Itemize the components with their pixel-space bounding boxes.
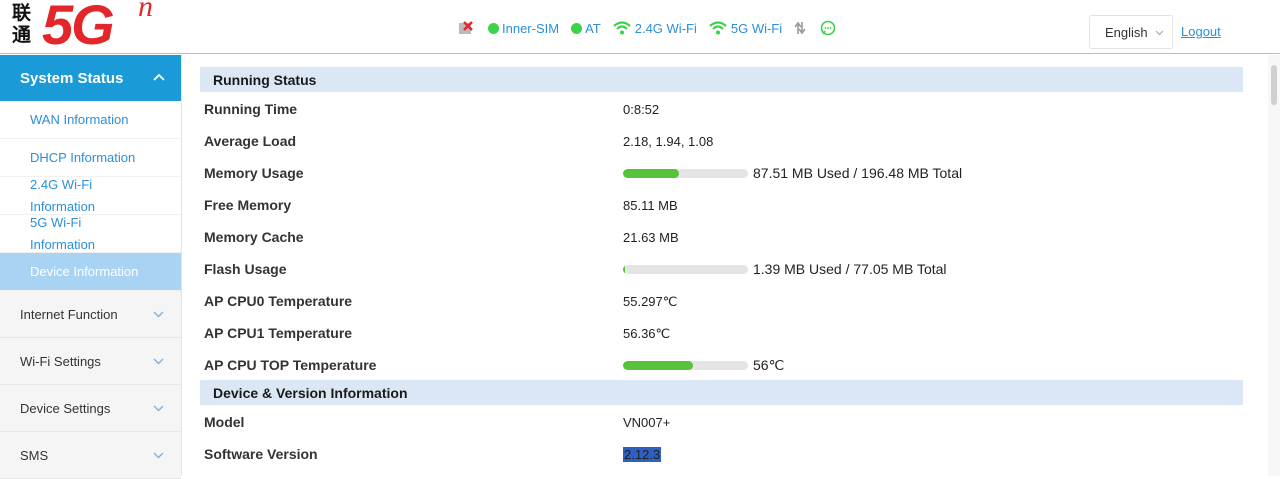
cpu-top-temperature-progress-fill — [623, 361, 693, 370]
flash-usage-progress-bar — [623, 265, 748, 274]
wifi-icon — [709, 21, 727, 35]
data-transfer-icon — [794, 21, 806, 35]
sidebar-item-24g-wifi-information[interactable]: 2.4G Wi-Fi Information — [0, 177, 181, 215]
sidebar-item-sms[interactable]: SMS — [0, 432, 181, 479]
row-software-version: Software Version 2.12.3 — [204, 446, 662, 462]
memory-usage-progress-fill — [623, 169, 679, 178]
header: 联通 5G n Inner-SIM AT 2.4G Wi-Fi 5G Wi-Fi… — [0, 0, 1280, 56]
row-memory-usage: Memory Usage 87.51 MB Used / 196.48 MB T… — [204, 165, 963, 181]
row-model: Model VN007+ — [204, 414, 671, 430]
at-status: AT — [571, 21, 601, 36]
row-cpu-top-temperature: AP CPU TOP Temperature 56℃ — [204, 357, 785, 373]
sidebar-item-internet-function[interactable]: Internet Function — [0, 291, 181, 338]
sidebar-section-system-status[interactable]: System Status — [0, 55, 181, 101]
scrollbar-thumb[interactable] — [1271, 65, 1277, 105]
row-free-memory: Free Memory 85.11 MB — [204, 197, 678, 213]
section-device-version-information: Device & Version Information — [200, 380, 1243, 405]
software-version-value: 2.12.3 — [623, 447, 662, 462]
system-status-submenu: WAN Information DHCP Information 2.4G Wi… — [0, 101, 181, 291]
row-cpu0-temperature: AP CPU0 Temperature 55.297℃ — [204, 293, 678, 309]
row-average-load: Average Load 2.18, 1.94, 1.08 — [204, 133, 714, 149]
logo-5g-text: 5G — [42, 0, 115, 56]
cpu-top-temperature-progress-bar — [623, 361, 748, 370]
memory-usage-progress-bar — [623, 169, 748, 178]
at-dot-icon — [571, 22, 583, 34]
logout-link[interactable]: Logout — [1181, 24, 1221, 39]
no-sim-icon — [459, 21, 473, 34]
sidebar: System Status WAN Information DHCP Infor… — [0, 55, 182, 479]
sidebar-item-device-information[interactable]: Device Information — [0, 253, 181, 291]
row-flash-usage: Flash Usage 1.39 MB Used / 77.05 MB Tota… — [204, 261, 947, 277]
page-scrollbar[interactable] — [1268, 55, 1280, 476]
wifi-5-status: 5G Wi-Fi — [709, 21, 782, 36]
sidebar-item-wan-information[interactable]: WAN Information — [0, 101, 181, 139]
section-running-status: Running Status — [200, 67, 1243, 92]
row-memory-cache: Memory Cache 21.63 MB — [204, 229, 679, 245]
inner-sim-status: Inner-SIM — [488, 21, 559, 36]
language-select[interactable]: English — [1089, 15, 1173, 49]
logo-cn-text: 联通 — [12, 2, 32, 46]
sidebar-item-dhcp-information[interactable]: DHCP Information — [0, 139, 181, 177]
sidebar-item-5g-wifi-information[interactable]: 5G Wi-Fi Information — [0, 215, 181, 253]
wifi-icon — [613, 21, 631, 35]
chevron-down-icon — [153, 311, 164, 318]
sidebar-item-device-settings[interactable]: Device Settings — [0, 385, 181, 432]
message-icon[interactable] — [820, 20, 836, 36]
sidebar-item-wifi-settings[interactable]: Wi-Fi Settings — [0, 338, 181, 385]
row-cpu1-temperature: AP CPU1 Temperature 56.36℃ — [204, 325, 671, 341]
flash-usage-progress-fill — [623, 265, 626, 274]
chevron-down-icon — [153, 452, 164, 459]
main-content: Running Status Running Time 0:8:52 Avera… — [200, 67, 1243, 469]
chevron-down-icon — [153, 358, 164, 365]
row-running-time: Running Time 0:8:52 — [204, 101, 660, 117]
chevron-down-icon — [153, 405, 164, 412]
inner-sim-dot-icon — [488, 22, 499, 34]
status-bar: Inner-SIM AT 2.4G Wi-Fi 5G Wi-Fi — [456, 18, 836, 38]
wifi-24-status: 2.4G Wi-Fi — [613, 21, 697, 36]
chevron-up-icon — [153, 73, 165, 81]
logo-n-text: n — [138, 0, 153, 23]
chevron-down-icon — [1155, 30, 1164, 36]
